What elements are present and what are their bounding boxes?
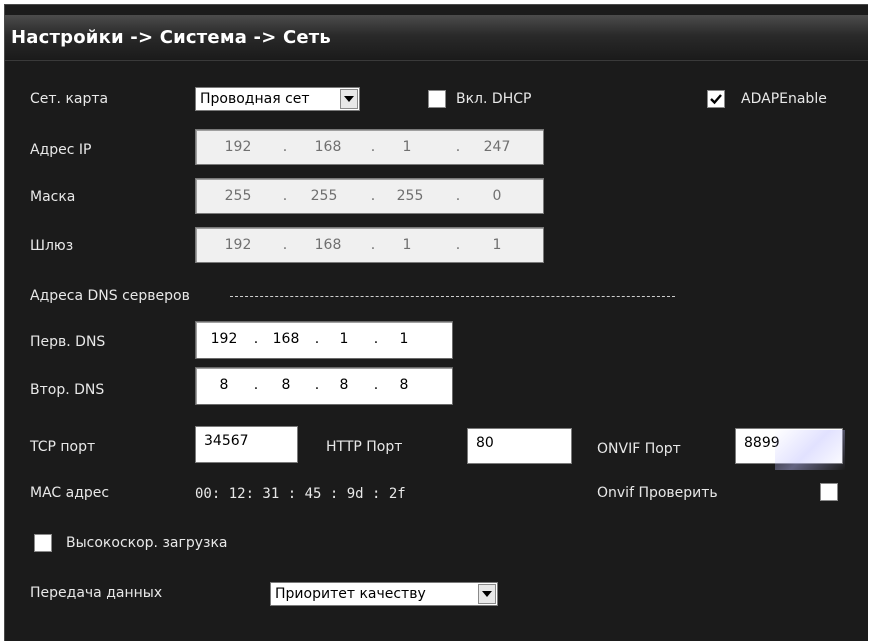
transfer-value: Приоритет качеству <box>275 586 426 602</box>
dns1-octet-3: 1 <box>339 331 349 347</box>
dns2-label: Втор. DNS <box>30 382 105 398</box>
dns1-dot: . <box>314 331 320 347</box>
gateway-octet-2: 168 <box>314 237 342 253</box>
gateway-field[interactable]: 192 . 168 . 1 . 1 <box>195 227 544 263</box>
ip-dot: . <box>282 139 288 155</box>
dhcp-label: Вкл. DHCP <box>456 91 532 107</box>
gateway-dot: . <box>455 237 461 253</box>
dns2-field[interactable]: 8 . 8 . 8 . 8 <box>195 367 453 405</box>
ip-octet-3: 1 <box>402 139 412 155</box>
http-port-label: HTTP Порт <box>326 439 403 455</box>
dns2-octet-4: 8 <box>399 377 409 393</box>
gateway-dot: . <box>370 237 376 253</box>
dns-section-label: Адреса DNS серверов <box>30 288 190 304</box>
dns1-field[interactable]: 192 . 168 . 1 . 1 <box>195 321 453 359</box>
gateway-octet-1: 192 <box>224 237 252 253</box>
dns1-octet-4: 1 <box>399 331 409 347</box>
onvif-check-label: Onvif Проверить <box>597 485 718 501</box>
gateway-label: Шлюз <box>30 238 74 254</box>
mask-octet-1: 255 <box>224 188 252 204</box>
dns2-dot: . <box>373 377 379 393</box>
transfer-select[interactable]: Приоритет качеству <box>270 582 498 606</box>
mask-dot: . <box>370 188 376 204</box>
chevron-down-icon[interactable] <box>478 584 496 604</box>
checkmark-icon <box>710 94 722 105</box>
ip-dot: . <box>455 139 461 155</box>
mask-dot: . <box>282 188 288 204</box>
mask-octet-3: 255 <box>396 188 424 204</box>
ip-field[interactable]: 192 . 168 . 1 . 247 <box>195 129 544 165</box>
gateway-dot: . <box>282 237 288 253</box>
tcp-port-input[interactable]: 34567 <box>195 426 298 463</box>
gateway-octet-3: 1 <box>402 237 412 253</box>
dns2-dot: . <box>253 377 259 393</box>
mask-label: Маска <box>30 189 76 205</box>
adap-label: ADAPEnable <box>741 91 827 107</box>
mask-field[interactable]: 255 . 255 . 255 . 0 <box>195 178 544 214</box>
chevron-down-icon[interactable] <box>340 89 358 109</box>
mac-label: MAC адрес <box>30 485 110 501</box>
highspeed-checkbox[interactable] <box>34 534 52 552</box>
dns2-dot: . <box>314 377 320 393</box>
net-card-label: Сет. карта <box>30 91 109 107</box>
mac-value: 00: 12: 31 : 45 : 9d : 2f <box>195 486 406 502</box>
dns1-octet-1: 192 <box>210 331 238 347</box>
right-margin <box>868 0 877 641</box>
ip-octet-4: 247 <box>483 139 511 155</box>
dns1-octet-2: 168 <box>272 331 300 347</box>
http-port-input[interactable]: 80 <box>467 428 572 464</box>
page-title: Настройки -> Система -> Сеть <box>11 27 332 48</box>
onvif-port-input[interactable]: 8899 <box>735 428 843 464</box>
dns1-label: Перв. DNS <box>30 334 106 350</box>
section-divider <box>230 296 675 297</box>
mask-octet-4: 0 <box>492 188 502 204</box>
net-card-value: Проводная сет <box>200 91 310 107</box>
onvif-check-checkbox[interactable] <box>820 483 838 501</box>
mask-octet-2: 255 <box>310 188 338 204</box>
dns2-octet-2: 8 <box>281 377 291 393</box>
net-card-select[interactable]: Проводная сет <box>195 87 360 111</box>
ip-label: Адрес IP <box>30 142 92 158</box>
adap-checkbox[interactable] <box>707 90 725 108</box>
highspeed-label: Высокоскор. загрузка <box>66 535 228 551</box>
gateway-octet-4: 1 <box>492 237 502 253</box>
ip-octet-1: 192 <box>224 139 252 155</box>
dhcp-checkbox[interactable] <box>428 90 446 108</box>
dns1-dot: . <box>253 331 259 347</box>
ip-octet-2: 168 <box>314 139 342 155</box>
dns2-octet-3: 8 <box>339 377 349 393</box>
dns2-octet-1: 8 <box>219 377 229 393</box>
ip-dot: . <box>370 139 376 155</box>
transfer-label: Передача данных <box>30 585 163 601</box>
title-bar: Настройки -> Система -> Сеть <box>5 15 869 61</box>
tcp-port-label: TCP порт <box>30 439 96 455</box>
dns1-dot: . <box>373 331 379 347</box>
mask-dot: . <box>455 188 461 204</box>
onvif-port-label: ONVIF Порт <box>597 441 681 457</box>
